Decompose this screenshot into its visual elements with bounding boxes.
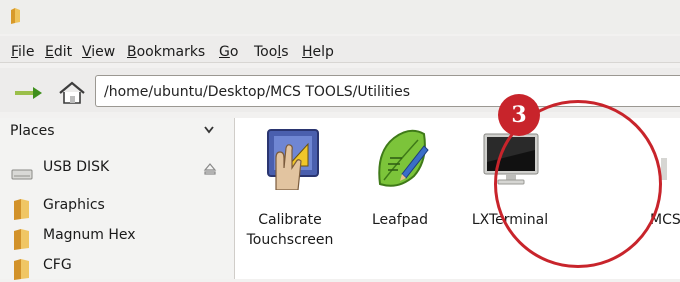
file-item-label: Calibrate Touchscreen (246, 212, 334, 248)
sidebar-item-label: USB DISK (43, 159, 110, 175)
menu-tools[interactable]: Tools (254, 44, 289, 60)
file-item-calibrate-touchscreen[interactable]: Calibrate Touchscreen (235, 118, 345, 279)
places-header: Places (10, 123, 55, 139)
location-path: /home/ubuntu/Desktop/MCS TOOLS/Utilities (104, 84, 411, 100)
places-sidebar: Places USB DISK Graphics Magnum Hex CFG (0, 118, 235, 282)
sidebar-item-usb-disk[interactable]: USB DISK (0, 154, 234, 184)
menu-edit[interactable]: Edit (45, 44, 72, 60)
sidebar-item-graphics[interactable]: Graphics (0, 192, 234, 222)
folder-icon (14, 259, 29, 280)
chevron-down-icon[interactable] (204, 126, 214, 134)
calibrate-touchscreen-icon (267, 129, 319, 190)
folder-icon (14, 199, 29, 220)
sidebar-item-label: Graphics (43, 197, 105, 213)
menu-help[interactable]: Help (302, 44, 334, 60)
leafpad-icon (378, 129, 429, 187)
sidebar-item-label: CFG (43, 257, 72, 273)
sidebar-item-magnum-hex[interactable]: Magnum Hex (0, 222, 234, 252)
window-titlebar (0, 0, 680, 34)
sidebar-item-label: Magnum Hex (43, 227, 136, 243)
app-folder-icon (11, 8, 20, 24)
file-item-label: Leafpad (371, 212, 429, 228)
folder-icon (14, 229, 29, 250)
menu-go[interactable]: Go (219, 44, 238, 60)
eject-icon[interactable] (203, 162, 217, 176)
menu-bar: File Edit View Bookmarks Go Tools Help (0, 36, 680, 63)
menu-view[interactable]: View (82, 44, 115, 60)
menu-file[interactable]: File (11, 44, 34, 60)
go-forward-icon[interactable] (15, 85, 43, 101)
menu-bookmarks[interactable]: Bookmarks (127, 44, 205, 60)
usb-drive-icon (11, 169, 33, 180)
file-item-leafpad[interactable]: Leafpad (345, 118, 455, 279)
sidebar-item-cfg[interactable]: CFG (0, 252, 234, 282)
home-icon[interactable] (56, 80, 88, 106)
step-number: 3 (511, 102, 527, 128)
